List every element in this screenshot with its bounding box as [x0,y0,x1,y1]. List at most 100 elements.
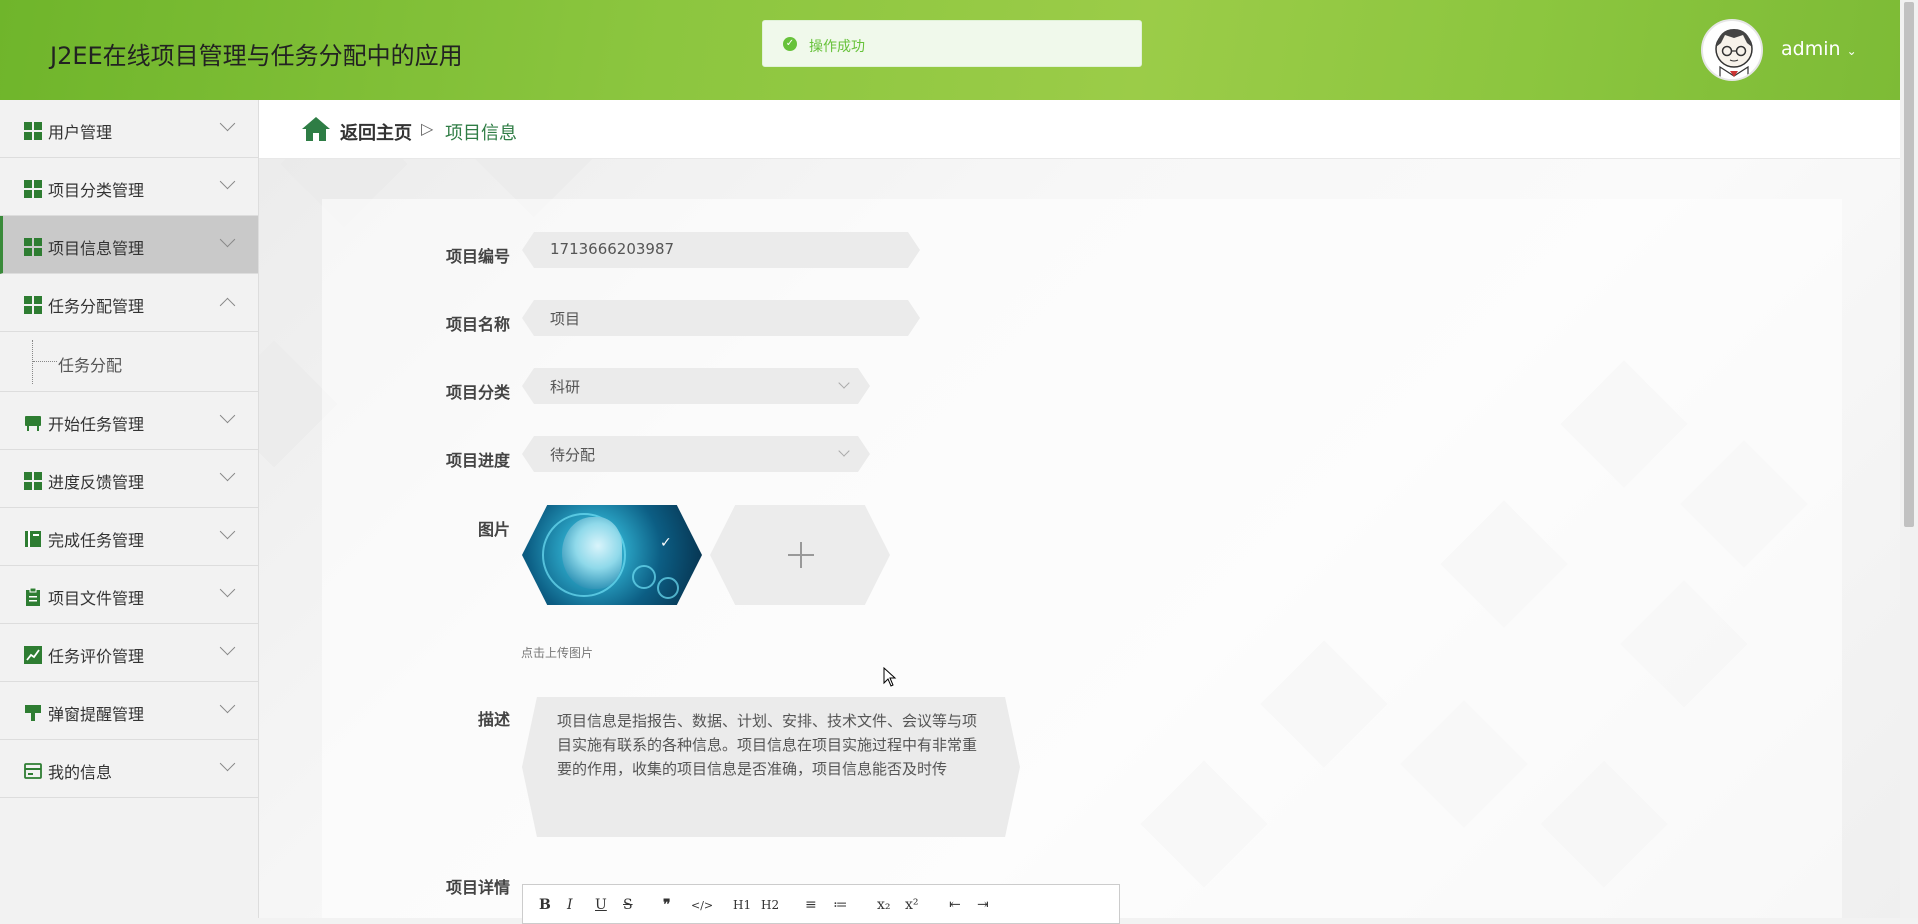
chevron-down-icon [219,231,236,248]
sidebar-item-complete-task[interactable]: 完成任务管理 [0,508,258,566]
category-label: 项目分类 [445,383,510,402]
bullet-list-button[interactable]: ≔ [833,897,847,913]
bold-button[interactable]: B [539,897,551,913]
description-value: 项目信息是指报告、数据、计划、安排、技术文件、会议等与项目实施有联系的各种信息。… [557,712,978,778]
toast-message: 操作成功 [809,39,865,55]
sidebar-item-project-files[interactable]: 项目文件管理 [0,566,258,624]
scrollbar-thumb[interactable] [1904,2,1914,527]
username: admin [1781,38,1841,60]
chevron-down-icon [219,639,236,656]
sidebar-item-users[interactable]: 用户管理 [0,100,258,158]
sidebar-subitem-label: 任务分配 [58,356,123,375]
sidebar-item-popup-reminder[interactable]: 弹窗提醒管理 [0,682,258,740]
project-category-select[interactable]: 科研 [522,368,870,404]
grid-icon [24,296,42,314]
sidebar-item-label: 任务分配管理 [48,297,145,316]
mouse-cursor-icon [883,667,897,687]
upload-tip: 点击上传图片 [521,646,594,660]
heading2-button[interactable]: H2 [761,898,779,912]
project-code-field[interactable]: 1713666203987 [522,232,920,268]
image-decoration [632,565,656,589]
breadcrumb-current: 项目信息 [445,123,517,144]
book-icon [25,531,41,547]
code-label: 项目编号 [445,247,510,266]
italic-button[interactable]: I [567,897,573,913]
chevron-down-icon [219,581,236,598]
desc-label: 描述 [477,710,510,729]
image-label: 图片 [477,520,510,539]
sidebar-item-label: 任务评价管理 [48,647,145,666]
check-circle-icon: ✓ [783,37,797,51]
sidebar-item-label: 完成任务管理 [48,531,145,550]
home-icon[interactable] [301,116,331,142]
heading1-button[interactable]: H1 [733,898,751,912]
outdent-button[interactable]: ⇤ [949,897,961,913]
sidebar-item-label: 弹窗提醒管理 [48,705,145,724]
project-category-value: 科研 [550,378,581,396]
sidebar-item-project-category[interactable]: 项目分类管理 [0,158,258,216]
chevron-down-icon [219,523,236,540]
rich-text-toolbar: B I U S ❞ </> H1 H2 ≡ ≔ x₂ x² ⇤ ⇥ [522,884,1120,924]
chevron-down-icon [838,377,849,388]
sidebar-item-label: 项目信息管理 [48,239,145,258]
user-menu[interactable]: admin ⌄ [1781,38,1857,60]
page-scrollbar[interactable] [1900,0,1918,918]
sidebar-item-task-assign[interactable]: 任务分配管理 [0,274,258,332]
sidebar-item-task-evaluation[interactable]: 任务评价管理 [0,624,258,682]
sidebar-item-label: 项目分类管理 [48,181,145,200]
project-code-value: 1713666203987 [550,240,675,258]
strike-button[interactable]: S [623,897,633,913]
ordered-list-button[interactable]: ≡ [805,897,817,913]
chevron-down-icon [219,407,236,424]
code-block-button[interactable]: </> [691,899,713,912]
sidebar-item-label: 进度反馈管理 [48,473,145,492]
blockquote-button[interactable]: ❞ [663,897,671,913]
sidebar-item-progress-feedback[interactable]: 进度反馈管理 [0,450,258,508]
app-title: J2EE在线项目管理与任务分配中的应用 [50,42,463,70]
sidebar-item-my-info[interactable]: 我的信息 [0,740,258,798]
underline-button[interactable]: U [595,897,607,913]
sidebar-item-label: 我的信息 [48,763,113,782]
grid-icon [24,238,42,256]
project-name-field[interactable]: 项目 [522,300,920,336]
back-home-link[interactable]: 返回主页 [340,119,412,145]
chevron-down-icon [219,465,236,482]
card-icon [24,763,42,779]
sidebar-subitem-task-assign[interactable]: 任务分配 [0,332,258,392]
project-name-value: 项目 [550,310,581,328]
grid-icon [24,472,42,490]
clipboard-icon [26,588,40,606]
desk-icon [25,416,41,431]
sidebar: 用户管理 项目分类管理 项目信息管理 任务分配管理 任务分配 开始任务管理 进度… [0,100,259,918]
name-label: 项目名称 [445,315,510,334]
sidebar-item-label: 用户管理 [48,123,113,142]
plus-icon [800,542,802,568]
sidebar-item-project-info[interactable]: 项目信息管理 [0,216,258,274]
brush-icon [25,705,41,721]
image-decoration [562,517,622,589]
chevron-down-icon [219,115,236,132]
uploaded-image-thumbnail[interactable]: ✓ [522,505,702,605]
chevron-down-icon: ⌄ [1846,44,1857,58]
tree-branch [33,361,57,362]
project-progress-value: 待分配 [550,446,596,464]
sidebar-item-label: 项目文件管理 [48,589,145,608]
chevron-down-icon [219,697,236,714]
chevron-down-icon [219,173,236,190]
superscript-button[interactable]: x² [905,897,919,913]
progress-label: 项目进度 [445,451,510,470]
avatar[interactable] [1701,19,1763,81]
tree-line [32,340,34,384]
chevron-down-icon [838,445,849,456]
chevron-down-icon [219,755,236,772]
breadcrumb: 返回主页 ▷ 项目信息 [259,100,1900,159]
description-textarea[interactable]: 项目信息是指报告、数据、计划、安排、技术文件、会议等与项目实施有联系的各种信息。… [522,697,1020,837]
chart-icon [24,646,42,664]
subscript-button[interactable]: x₂ [877,897,891,913]
indent-button[interactable]: ⇥ [977,897,989,913]
project-progress-select[interactable]: 待分配 [522,436,870,472]
image-decoration [657,577,679,599]
sidebar-item-start-task[interactable]: 开始任务管理 [0,392,258,450]
upload-image-button[interactable] [710,505,890,605]
top-header: J2EE在线项目管理与任务分配中的应用 ✓ 操作成功 admin ⌄ [0,0,1900,100]
